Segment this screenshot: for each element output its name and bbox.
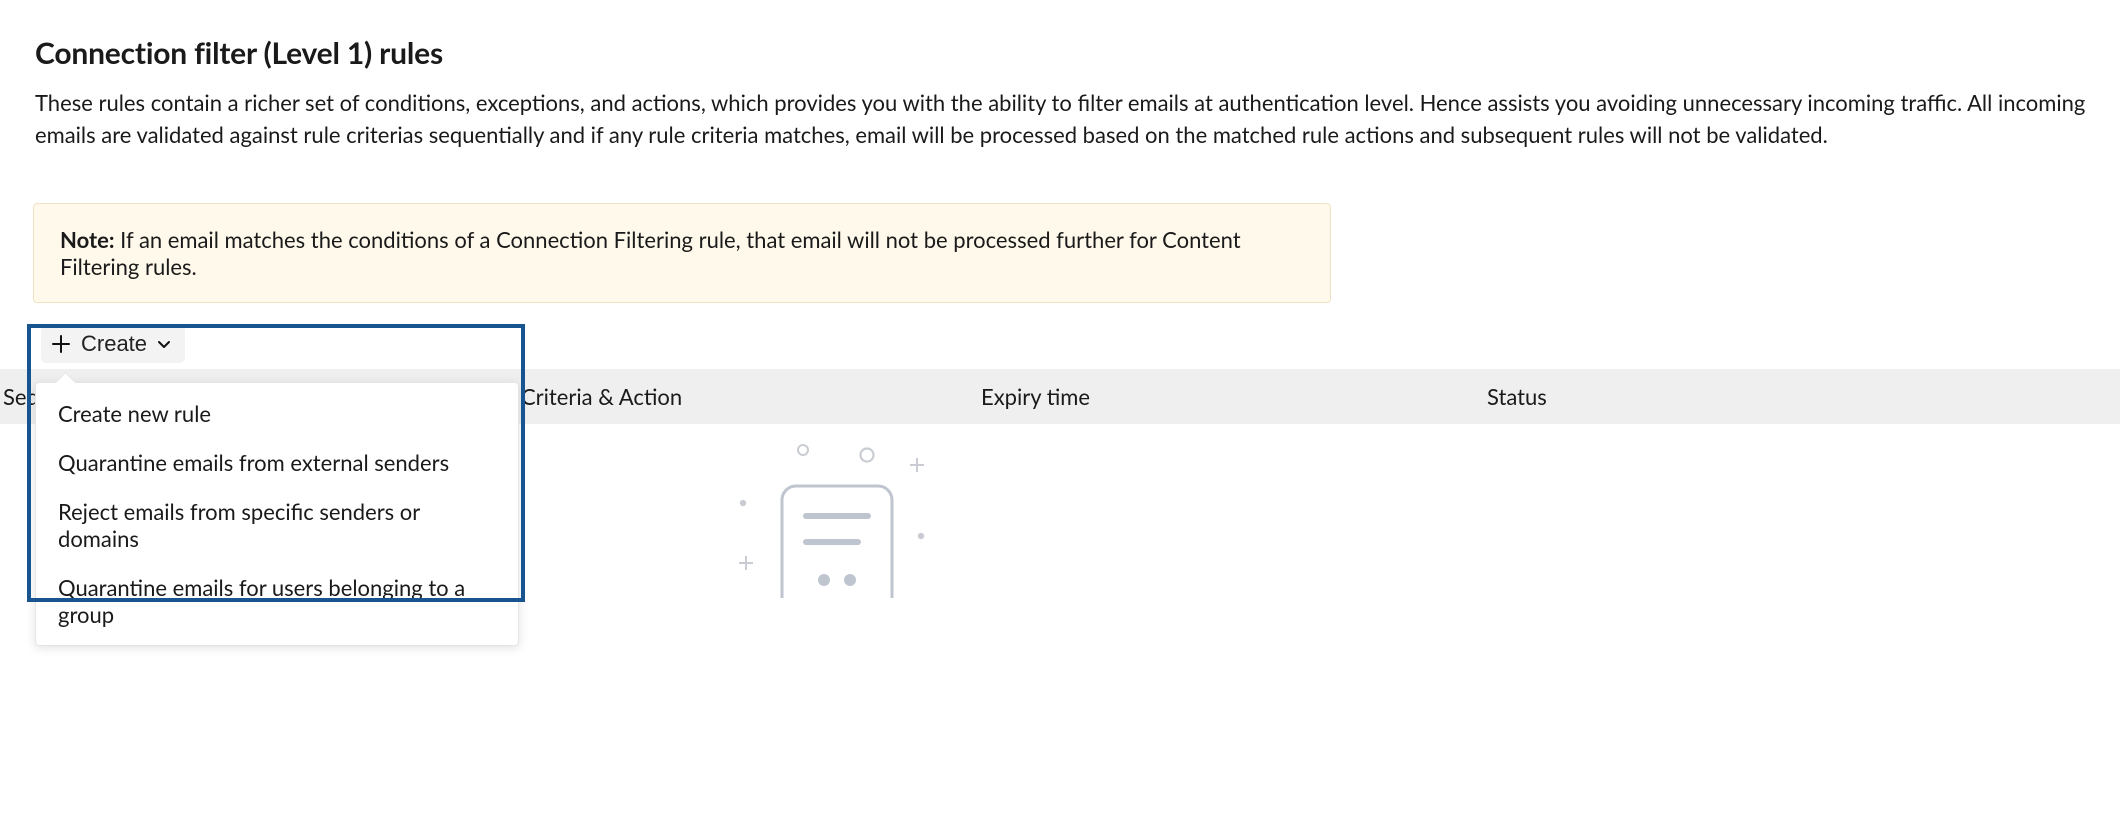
empty-state-illustration [730, 438, 940, 603]
create-button[interactable]: Create [41, 325, 185, 363]
create-dropdown: Create new rule Quarantine emails from e… [35, 382, 519, 646]
note-text: If an email matches the conditions of a … [60, 226, 1241, 280]
toolbar: Create [35, 321, 2120, 369]
column-criteria: Criteria & Action [521, 383, 682, 410]
plus-icon [51, 334, 71, 354]
menu-item-reject-senders-domains[interactable]: Reject emails from specific senders or d… [36, 487, 518, 563]
page-description: These rules contain a richer set of cond… [35, 87, 2120, 151]
column-status: Status [1487, 383, 1547, 410]
chevron-down-icon [157, 337, 171, 351]
page-title: Connection filter (Level 1) rules [35, 35, 2120, 71]
menu-item-quarantine-group-users[interactable]: Quarantine emails for users belonging to… [36, 563, 518, 639]
column-expiry: Expiry time [981, 383, 1090, 410]
menu-item-quarantine-external[interactable]: Quarantine emails from external senders [36, 438, 518, 487]
column-seq: Seq [0, 383, 39, 410]
menu-item-create-new-rule[interactable]: Create new rule [36, 389, 518, 438]
note-banner: Note: If an email matches the conditions… [33, 203, 1331, 303]
note-prefix: Note: [60, 226, 115, 253]
create-button-label: Create [81, 331, 147, 357]
